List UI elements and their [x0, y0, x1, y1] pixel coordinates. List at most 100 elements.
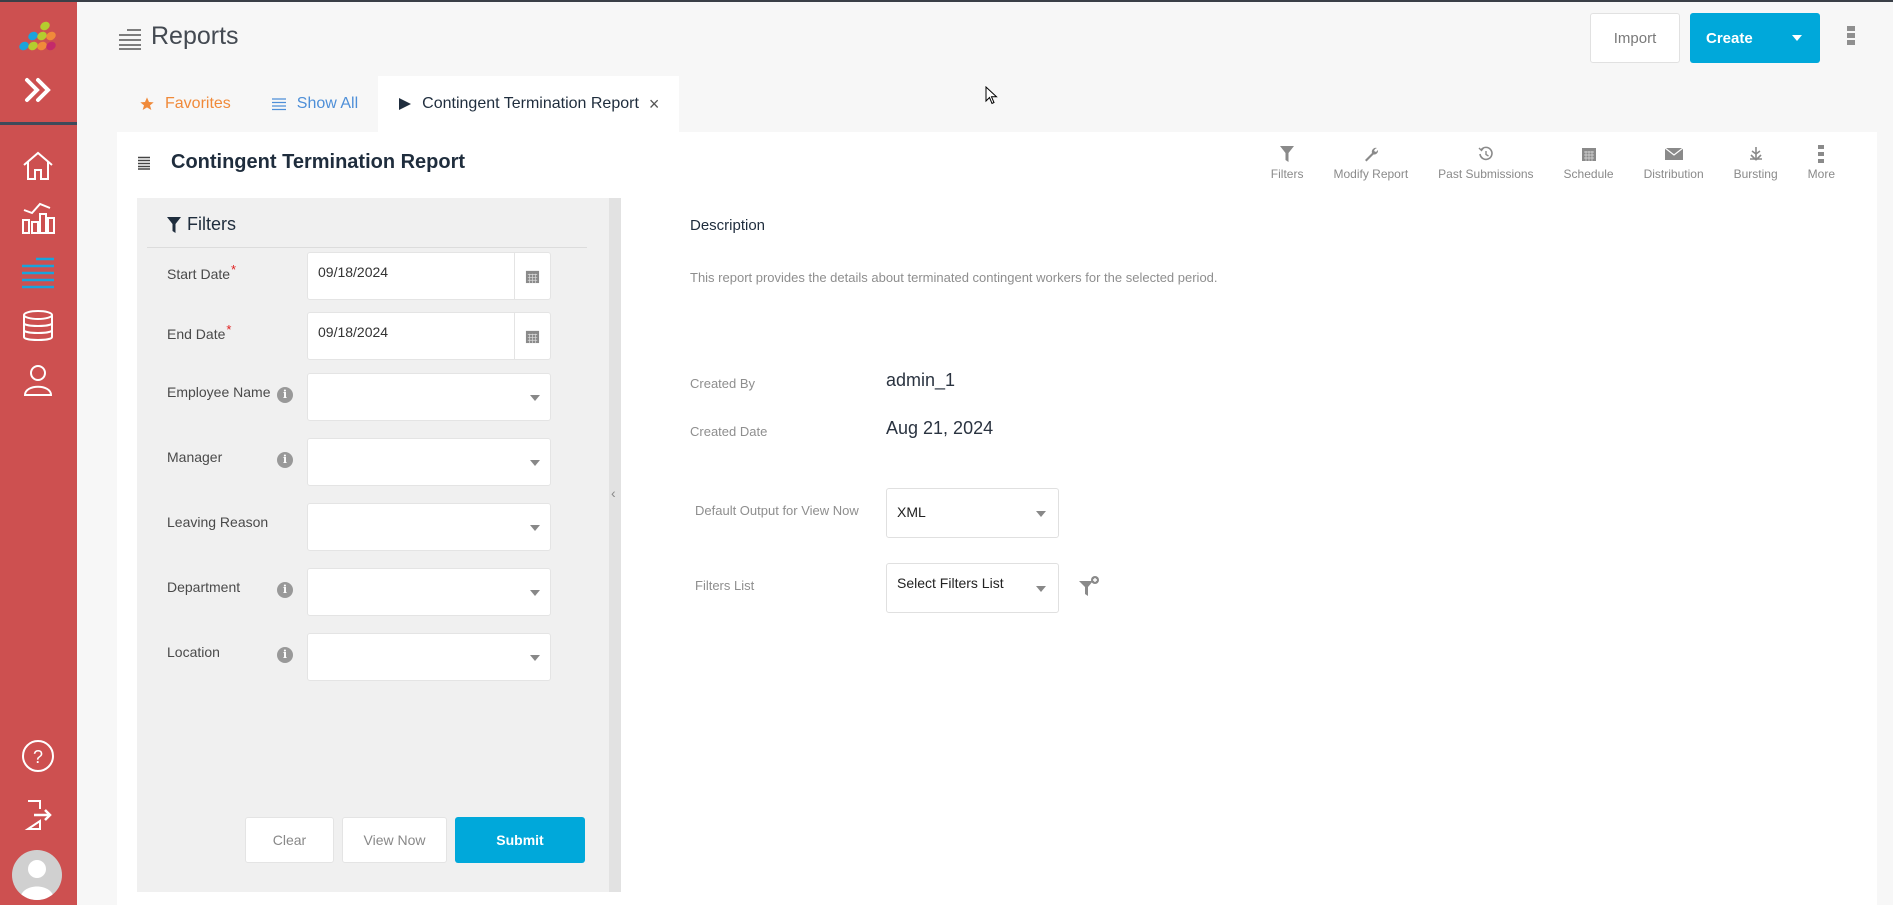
chevron-down-icon — [530, 590, 540, 596]
reports-list-icon[interactable] — [20, 254, 56, 290]
tab-favorites[interactable]: Favorites — [117, 76, 251, 132]
report-title: Contingent Termination Report — [171, 151, 466, 173]
start-date-value: 09/18/2024 — [318, 264, 389, 280]
filter-icon — [167, 216, 181, 233]
created-date-value: Aug 21, 2024 — [886, 418, 994, 438]
close-tab-icon[interactable]: × — [649, 94, 660, 115]
end-date-field[interactable]: 09/18/2024 — [307, 312, 551, 360]
leaving-reason-select[interactable] — [307, 503, 551, 551]
info-icon[interactable]: i — [277, 647, 293, 663]
filters-heading-label: Filters — [187, 214, 236, 234]
filters-action[interactable]: Filters — [1270, 144, 1304, 181]
star-icon — [139, 96, 155, 112]
submit-button[interactable]: Submit — [455, 817, 585, 863]
report-actions-toolbar: Filters Modify Report Past Submissions S… — [1241, 144, 1835, 181]
created-by-label: Created By — [690, 376, 756, 391]
filters-list-label: Filters List — [695, 578, 755, 593]
employee-name-select[interactable] — [307, 373, 551, 421]
clear-button[interactable]: Clear — [245, 817, 334, 863]
department-label: Department — [167, 579, 241, 595]
default-output-select[interactable]: XML — [886, 488, 1059, 538]
action-label: Modify Report — [1333, 167, 1409, 181]
default-output-label: Default Output for View Now — [695, 503, 859, 518]
header-more-icon[interactable] — [1847, 26, 1857, 50]
add-filter-icon[interactable] — [1077, 575, 1101, 599]
view-now-button[interactable]: View Now — [342, 817, 447, 863]
svg-text:?: ? — [33, 747, 43, 767]
distribution-action[interactable]: Distribution — [1644, 144, 1704, 181]
import-button[interactable]: Import — [1590, 13, 1680, 63]
more-action[interactable]: More — [1808, 144, 1835, 181]
bursting-action[interactable]: Bursting — [1734, 144, 1778, 181]
manager-select[interactable] — [307, 438, 551, 486]
collapse-filters-handle[interactable]: ‹ — [609, 198, 621, 892]
info-icon[interactable]: i — [277, 387, 293, 403]
expand-sidebar-icon[interactable] — [22, 74, 54, 106]
analytics-icon[interactable] — [20, 200, 56, 236]
schedule-action[interactable]: Schedule — [1564, 144, 1614, 181]
past-submissions-action[interactable]: Past Submissions — [1438, 144, 1534, 181]
action-label: Distribution — [1643, 167, 1704, 181]
filters-list-select[interactable]: Select Filters List — [886, 563, 1059, 613]
left-nav-rail: ? — [0, 2, 77, 905]
manager-label: Manager — [167, 449, 223, 465]
modify-report-action[interactable]: Modify Report — [1333, 144, 1408, 181]
department-select[interactable] — [307, 568, 551, 616]
calendar-icon[interactable] — [514, 313, 550, 359]
create-button[interactable]: Create — [1690, 13, 1820, 63]
description-text: This report provides the details about t… — [690, 270, 1218, 285]
report-tabs: Favorites Show All Contingent Terminatio… — [117, 76, 680, 132]
required-marker: * — [231, 262, 237, 277]
user-icon[interactable] — [20, 362, 56, 398]
location-select[interactable] — [307, 633, 551, 681]
reports-menu-icon[interactable] — [117, 28, 143, 50]
start-date-label: Start Date* — [167, 262, 237, 282]
wrench-icon — [1363, 144, 1379, 164]
help-icon[interactable]: ? — [20, 738, 56, 774]
chevron-left-icon: ‹ — [611, 485, 616, 501]
calendar-icon — [1581, 144, 1597, 164]
page-header: Reports Import Create — [77, 2, 1893, 74]
play-icon — [398, 97, 412, 111]
action-label: More — [1807, 167, 1835, 181]
filters-heading: Filters — [167, 214, 236, 235]
employee-name-label: Employee Name — [167, 384, 271, 400]
app-logo[interactable] — [16, 20, 60, 54]
create-button-label: Create — [1706, 29, 1753, 47]
created-by-value: admin_1 — [886, 370, 956, 390]
create-dropdown-caret-icon[interactable] — [1792, 35, 1802, 41]
description-heading: Description — [690, 217, 766, 234]
created-date-label: Created Date — [690, 424, 768, 439]
required-marker: * — [226, 322, 232, 337]
rail-divider — [0, 122, 77, 125]
action-label: Filters — [1270, 167, 1304, 181]
logout-icon[interactable] — [20, 797, 56, 833]
filters-list-placeholder: Select Filters List — [897, 575, 1004, 591]
chevron-down-icon — [530, 525, 540, 531]
chevron-down-icon — [530, 395, 540, 401]
tab-label: Favorites — [165, 95, 231, 112]
info-icon[interactable]: i — [277, 452, 293, 468]
report-card: Contingent Termination Report Filters Mo… — [117, 132, 1877, 905]
database-icon[interactable] — [20, 308, 56, 344]
bursting-icon — [1748, 144, 1764, 164]
action-label: Bursting — [1733, 167, 1778, 181]
home-icon[interactable] — [20, 148, 56, 184]
filters-divider — [147, 247, 587, 248]
envelope-icon — [1664, 144, 1683, 164]
chevron-down-icon — [530, 460, 540, 466]
chevron-down-icon — [530, 655, 540, 661]
list-icon — [271, 97, 287, 111]
default-output-value: XML — [897, 504, 926, 520]
report-list-icon — [138, 156, 150, 170]
action-label: Schedule — [1563, 167, 1614, 181]
tab-contingent-termination-report[interactable]: Contingent Termination Report × — [378, 76, 680, 132]
avatar[interactable] — [12, 850, 62, 900]
chevron-down-icon — [1036, 511, 1046, 517]
calendar-icon[interactable] — [514, 253, 550, 299]
info-icon[interactable]: i — [277, 582, 293, 598]
tab-show-all[interactable]: Show All — [251, 76, 378, 132]
tab-label: Contingent Termination Report — [422, 95, 639, 112]
start-date-field[interactable]: 09/18/2024 — [307, 252, 551, 300]
filter-icon — [1280, 144, 1295, 164]
